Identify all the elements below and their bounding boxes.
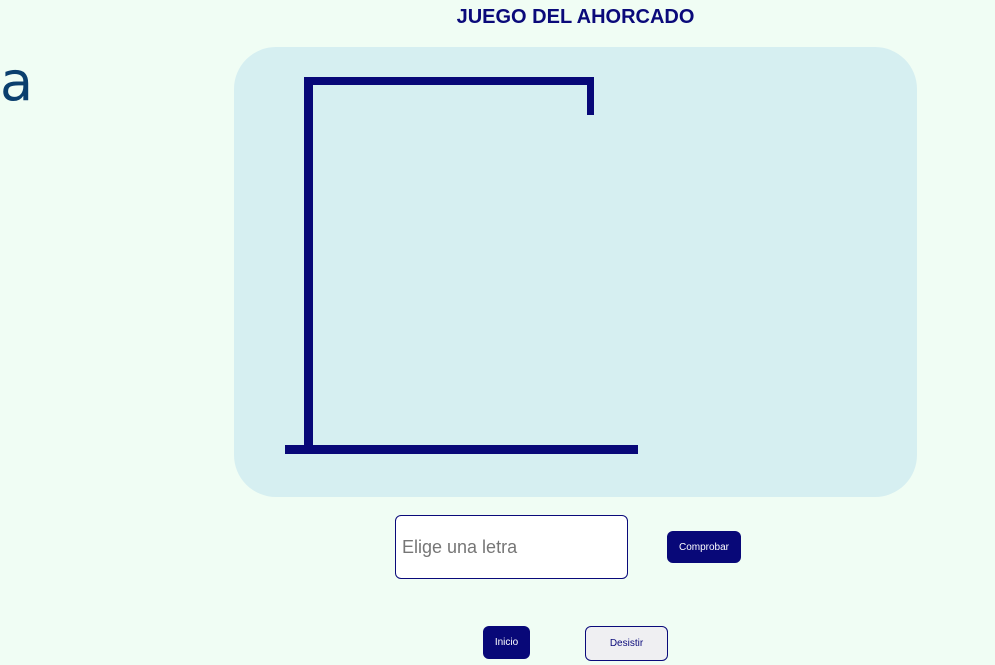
hangman-board	[234, 47, 917, 497]
letter-input[interactable]	[395, 515, 628, 579]
page: a JUEGO DEL AHORCADO Comprobar Inicio De…	[0, 0, 995, 665]
logo: a	[0, 50, 34, 113]
gallows-post	[304, 77, 313, 449]
gallows-base	[285, 445, 638, 454]
gallows-rope	[587, 77, 594, 115]
gallows-beam	[304, 77, 594, 85]
gallows-drawing	[285, 77, 638, 454]
quit-button[interactable]: Desistir	[585, 626, 668, 661]
start-button[interactable]: Inicio	[483, 626, 530, 659]
check-button[interactable]: Comprobar	[667, 531, 741, 563]
page-title: JUEGO DEL AHORCADO	[456, 6, 695, 28]
